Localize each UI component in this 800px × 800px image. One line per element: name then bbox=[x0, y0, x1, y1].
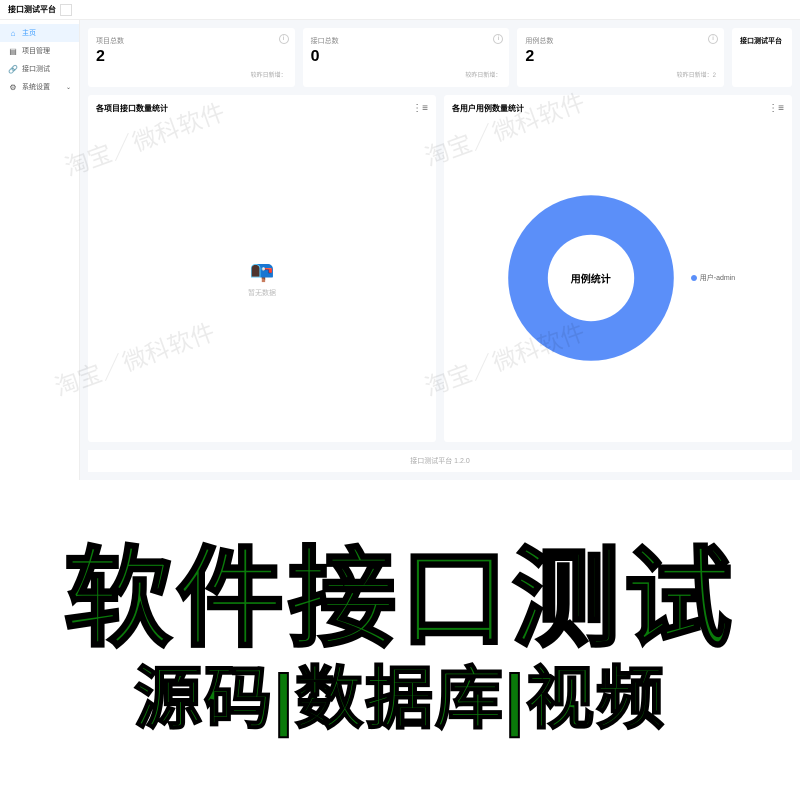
right-panel-title: 接口测试平台 bbox=[740, 38, 782, 45]
legend-label: 用户-admin bbox=[700, 273, 735, 283]
charts-row: 各项目接口数量统计 ⋮≡ 📭 暂无数据 各用户用例数量统计 ⋮≡ bbox=[88, 95, 792, 442]
stat-footer: 较昨日新增： bbox=[96, 70, 287, 79]
chart-card-project-apis: 各项目接口数量统计 ⋮≡ 📭 暂无数据 bbox=[88, 95, 436, 442]
stat-value: 2 bbox=[96, 48, 287, 66]
stat-card-projects: i 项目总数 2 较昨日新增： bbox=[88, 28, 295, 87]
stat-label: 接口总数 bbox=[311, 36, 502, 46]
stat-card-cases: i 用例总数 2 较昨日新增：2 bbox=[517, 28, 724, 87]
list-icon: ▤ bbox=[8, 46, 18, 56]
sidebar-item-api-test[interactable]: 🔗 接口测试 bbox=[0, 60, 79, 78]
stat-footer: 较昨日新增：2 bbox=[525, 70, 716, 79]
stat-value: 0 bbox=[311, 48, 502, 66]
promo-line1: 软件接口测试 bbox=[64, 540, 736, 659]
stat-footer: 较昨日新增： bbox=[311, 70, 502, 79]
link-icon: 🔗 bbox=[8, 64, 18, 74]
info-icon[interactable]: i bbox=[708, 34, 718, 44]
main-content: i 项目总数 2 较昨日新增： i 接口总数 0 较昨日新增： i 用例总数 2… bbox=[80, 20, 800, 480]
app-title: 接口测试平台 bbox=[8, 4, 56, 15]
chevron-down-icon: ⌄ bbox=[66, 84, 71, 91]
sidebar-item-label: 接口测试 bbox=[22, 64, 50, 74]
header-toggle-icon[interactable] bbox=[60, 4, 72, 16]
sidebar-item-label: 主页 bbox=[22, 28, 36, 38]
sidebar-item-settings[interactable]: ⚙ 系统设置 ⌄ bbox=[0, 78, 79, 96]
promo-line2: 源码|数据库|视频 bbox=[134, 659, 666, 741]
chart-menu-icon[interactable]: ⋮≡ bbox=[768, 103, 784, 114]
page-footer: 接口测试平台 1.2.0 bbox=[88, 450, 792, 472]
donut-center-label: 用例统计 bbox=[571, 271, 611, 286]
donut-chart: 用例统计 bbox=[501, 188, 681, 368]
sidebar-item-label: 系统设置 bbox=[22, 82, 50, 92]
chart-legend: 用户-admin bbox=[691, 273, 735, 283]
info-icon[interactable]: i bbox=[279, 34, 289, 44]
chart-title: 各用户用例数量统计 bbox=[452, 103, 524, 114]
legend-dot-icon bbox=[691, 275, 697, 281]
chart-card-user-cases: 各用户用例数量统计 ⋮≡ 用例统计 bbox=[444, 95, 792, 442]
stat-card-apis: i 接口总数 0 较昨日新增： bbox=[303, 28, 510, 87]
sidebar-item-projects[interactable]: ▤ 项目管理 bbox=[0, 42, 79, 60]
chart-menu-icon[interactable]: ⋮≡ bbox=[412, 103, 428, 114]
empty-text: 暂无数据 bbox=[248, 288, 276, 298]
home-icon: ⌂ bbox=[8, 28, 18, 38]
stat-value: 2 bbox=[525, 48, 716, 66]
right-panel: 接口测试平台 bbox=[732, 28, 792, 87]
empty-state: 📭 暂无数据 bbox=[248, 259, 276, 298]
empty-icon: 📭 bbox=[248, 259, 276, 284]
stat-label: 用例总数 bbox=[525, 36, 716, 46]
sidebar: ⌂ 主页 ▤ 项目管理 🔗 接口测试 ⚙ 系统设置 ⌄ bbox=[0, 20, 80, 480]
stats-row: i 项目总数 2 较昨日新增： i 接口总数 0 较昨日新增： i 用例总数 2… bbox=[88, 28, 792, 87]
chart-title: 各项目接口数量统计 bbox=[96, 103, 168, 114]
sidebar-item-home[interactable]: ⌂ 主页 bbox=[0, 24, 79, 42]
info-icon[interactable]: i bbox=[493, 34, 503, 44]
sidebar-item-label: 项目管理 bbox=[22, 46, 50, 56]
promo-banner: 软件接口测试 源码|数据库|视频 bbox=[0, 480, 800, 800]
app-window: 接口测试平台 ⌂ 主页 ▤ 项目管理 🔗 接口测试 ⚙ 系统设置 ⌄ bbox=[0, 0, 800, 480]
gear-icon: ⚙ bbox=[8, 82, 18, 92]
app-header: 接口测试平台 bbox=[0, 0, 800, 20]
stat-label: 项目总数 bbox=[96, 36, 287, 46]
